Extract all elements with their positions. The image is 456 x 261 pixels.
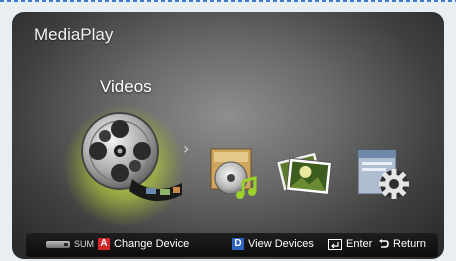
remote-control-icon <box>46 240 70 248</box>
photos-icon <box>275 151 333 195</box>
menu-item-videos[interactable] <box>74 109 184 209</box>
view-devices-control[interactable]: D View Devices <box>232 238 314 250</box>
settings-gear-icon <box>357 149 409 199</box>
return-label: Return <box>393 238 427 250</box>
enter-label: Enter <box>346 238 373 250</box>
change-device-label: Change Device <box>114 238 190 250</box>
selected-item-label: Videos <box>100 77 152 96</box>
bottom-help-bar: SUM A Change Device D View Devices Enter… <box>26 233 438 257</box>
film-reel-icon <box>81 112 182 202</box>
view-devices-label: View Devices <box>248 238 314 250</box>
enter-icon <box>328 238 342 250</box>
app-title: MediaPlay <box>34 25 114 44</box>
mediaplay-screen: MediaPlay Videos › SUM A Change Device D… <box>12 12 444 259</box>
music-disc-icon <box>210 148 257 199</box>
sum-label: SUM <box>74 239 94 249</box>
key-a-icon: A <box>98 238 110 250</box>
menu-item-setup[interactable] <box>354 144 414 202</box>
chevron-right-icon: › <box>183 139 190 158</box>
menu-item-music[interactable] <box>205 145 261 201</box>
return-control[interactable]: Return <box>378 238 426 250</box>
return-icon <box>379 238 389 248</box>
enter-control[interactable]: Enter <box>328 238 372 250</box>
menu-item-photos[interactable] <box>272 148 334 198</box>
key-d-icon: D <box>232 238 244 250</box>
change-device-control[interactable]: SUM A Change Device <box>46 238 189 250</box>
top-border <box>0 0 456 2</box>
